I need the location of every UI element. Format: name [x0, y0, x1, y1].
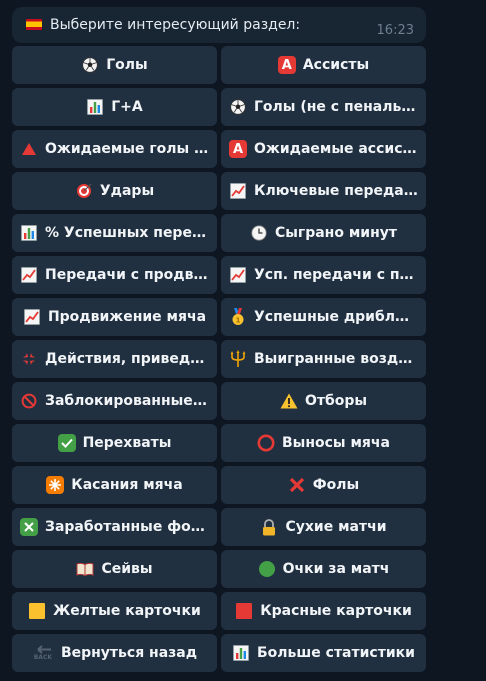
keyboard-button[interactable]: % Успешных передач: [12, 214, 217, 252]
check-mark-button-icon: [57, 434, 76, 452]
spain-flag-icon: [26, 19, 42, 30]
keyboard-button-label: Ассисты: [302, 57, 370, 73]
keyboard-button-label: Отборы: [304, 393, 368, 409]
keyboard-button-label: Ожидаемые голы (xG): [45, 141, 209, 157]
keyboard-button[interactable]: Ожидаемые голы (xG): [12, 130, 217, 168]
svg-text:1: 1: [236, 317, 241, 325]
keyboard-button-label: Очки за матч: [282, 561, 390, 577]
keyboard-button-label: Выносы мяча: [282, 435, 390, 451]
keyboard-button[interactable]: Г+А: [12, 88, 217, 126]
keyboard-button[interactable]: Действия, приведш...: [12, 340, 217, 378]
keyboard-button[interactable]: A Ожидаемые ассисты...: [221, 130, 426, 168]
keyboard-button[interactable]: Красные карточки: [221, 592, 426, 630]
keyboard-button[interactable]: Заработанные фолы: [12, 508, 217, 546]
back-arrow-icon: BACK: [32, 644, 54, 662]
clock-icon: [250, 224, 268, 242]
keyboard-button[interactable]: Передачи с продви...: [12, 256, 217, 294]
red-triangle-up-icon: [20, 140, 38, 158]
back-icon-text: BACK: [33, 654, 53, 661]
keyboard-button[interactable]: Фолы: [221, 466, 426, 504]
red-square-icon: [235, 602, 253, 620]
keyboard-button[interactable]: A Ассисты: [221, 46, 426, 84]
keyboard-button-label: Вернуться назад: [60, 645, 198, 661]
keyboard-button-label: Передачи с продви...: [45, 267, 209, 283]
keyboard-button[interactable]: 1 Успешные дриблинги: [221, 298, 426, 336]
bot-message-container: Выберите интересующий раздел: 16:23 Голы…: [12, 7, 426, 672]
keyboard-button[interactable]: Касания мяча: [12, 466, 217, 504]
keyboard-button[interactable]: Усп. передачи с про...: [221, 256, 426, 294]
trend-up-chart-icon: [20, 266, 38, 284]
keyboard-button-label: Г+А: [111, 99, 143, 115]
keyboard-button[interactable]: Удары: [12, 172, 217, 210]
keyboard-button[interactable]: Желтые карточки: [12, 592, 217, 630]
keyboard-button-label: Действия, приведш...: [45, 351, 209, 367]
warning-icon: [280, 392, 298, 410]
keyboard-button-label: Сыграно минут: [274, 225, 398, 241]
keyboard-button[interactable]: Выигранные возду...: [221, 340, 426, 378]
medal-icon: 1: [229, 308, 247, 326]
keyboard-button[interactable]: Заблокированные у...: [12, 382, 217, 420]
keyboard-button-label: Ключевые передачи: [254, 183, 418, 199]
eight-pointed-star-icon: [46, 476, 65, 494]
bar-chart-icon: [20, 224, 38, 242]
keyboard-button-label: % Успешных передач: [45, 225, 209, 241]
keyboard-button-label: Успешные дриблинги: [254, 309, 418, 325]
cross-mark-button-icon: [20, 518, 38, 536]
bot-message: Выберите интересующий раздел: 16:23: [12, 7, 426, 43]
keyboard-button-label: Красные карточки: [260, 603, 412, 619]
trend-up-chart-icon: [23, 308, 41, 326]
lock-icon: [260, 518, 278, 536]
keyboard-button[interactable]: Перехваты: [12, 424, 217, 462]
target-icon: [75, 182, 93, 200]
keyboard-button-label: Ожидаемые ассисты...: [254, 141, 418, 157]
open-book-icon: [76, 560, 94, 578]
keyboard-button[interactable]: Продвижение мяча: [12, 298, 217, 336]
prohibited-icon: [20, 392, 38, 410]
keyboard-button-label: Касания мяча: [71, 477, 183, 493]
keyboard-button-label: Выигранные возду...: [254, 351, 418, 367]
keyboard-button-label: Удары: [99, 183, 155, 199]
keyboard-button[interactable]: Ключевые передачи: [221, 172, 426, 210]
anger-symbol-icon: [20, 350, 38, 368]
keyboard-button-label: Фолы: [312, 477, 360, 493]
bar-chart-icon: [232, 644, 250, 662]
message-text: Выберите интересующий раздел:: [50, 17, 301, 33]
keyboard-button-label: Больше статистики: [257, 645, 415, 661]
soccer-ball-icon: [229, 98, 247, 116]
keyboard-button[interactable]: Сухие матчи: [221, 508, 426, 546]
soccer-ball-icon: [81, 56, 99, 74]
message-time: 16:23: [376, 23, 414, 38]
keyboard-button[interactable]: Отборы: [221, 382, 426, 420]
letter-a-icon: A: [229, 140, 247, 158]
keyboard-button[interactable]: Сыграно минут: [221, 214, 426, 252]
keyboard-button-label: Голы (не с пенальти): [254, 99, 418, 115]
keyboard-button[interactable]: Сейвы: [12, 550, 217, 588]
keyboard-button[interactable]: Голы: [12, 46, 217, 84]
keyboard-button-label: Сухие матчи: [285, 519, 387, 535]
keyboard-button-label: Продвижение мяча: [47, 309, 207, 325]
keyboard-button-label: Заблокированные у...: [45, 393, 209, 409]
red-circle-ring-icon: [257, 434, 275, 452]
letter-a-icon: A: [277, 56, 296, 74]
green-circle-icon: [258, 560, 276, 578]
keyboard-button-label: Голы: [106, 57, 148, 73]
keyboard-button[interactable]: Выносы мяча: [221, 424, 426, 462]
trend-up-chart-icon: [229, 182, 247, 200]
bar-chart-icon: [86, 98, 104, 116]
keyboard-button-label: Заработанные фолы: [45, 519, 209, 535]
inline-keyboard: Голы A Ассисты Г+А Голы (не с пенальти) Ожида…: [12, 46, 426, 672]
keyboard-button-label: Сейвы: [101, 561, 153, 577]
trident-icon: [229, 350, 247, 368]
keyboard-button[interactable]: Голы (не с пенальти): [221, 88, 426, 126]
message-text-row: Выберите интересующий раздел:: [26, 17, 300, 33]
keyboard-button-label: Перехваты: [82, 435, 172, 451]
yellow-square-icon: [28, 602, 46, 620]
keyboard-button[interactable]: BACK Вернуться назад: [12, 634, 217, 672]
keyboard-button-label: Желтые карточки: [53, 603, 201, 619]
keyboard-button-label: Усп. передачи с про...: [254, 267, 418, 283]
keyboard-button[interactable]: Больше статистики: [221, 634, 426, 672]
cross-mark-icon: [288, 476, 306, 494]
trend-up-chart-icon: [229, 266, 247, 284]
keyboard-button[interactable]: Очки за матч: [221, 550, 426, 588]
